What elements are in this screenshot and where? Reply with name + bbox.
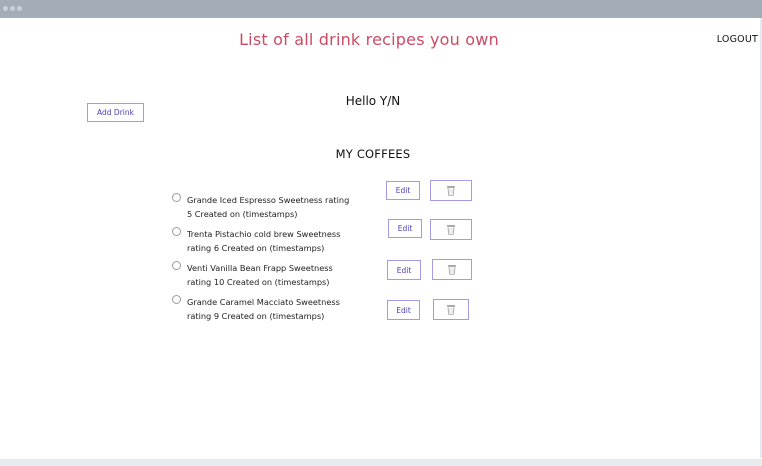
page-title: List of all drink recipes you own	[239, 30, 499, 49]
delete-button[interactable]	[430, 219, 472, 240]
coffee-description: Grande Caramel Macciato Sweetness rating…	[187, 295, 375, 323]
coffee-line-2: 5 Created on (timestamps)	[187, 209, 298, 219]
minimize-window-dot[interactable]	[10, 6, 15, 11]
delete-button[interactable]	[432, 259, 472, 280]
coffee-line-2: rating 10 Created on (timestamps)	[187, 277, 330, 287]
coffee-line-1: Trenta Pistachio cold brew Sweetness	[187, 229, 341, 239]
greeting: Hello Y/N	[345, 94, 401, 108]
coffee-select-radio[interactable]	[172, 261, 181, 270]
trash-icon	[447, 186, 455, 196]
bottom-bar	[0, 459, 762, 466]
coffee-line-2: rating 9 Created on (timestamps)	[187, 311, 325, 321]
trash-icon	[448, 265, 456, 275]
page-content	[0, 18, 762, 458]
coffee-line-1: Grande Iced Espresso Sweetness rating	[187, 195, 350, 205]
coffee-select-radio[interactable]	[172, 227, 181, 236]
coffee-description: Venti Vanilla Bean Frapp Sweetness ratin…	[187, 261, 375, 289]
delete-button[interactable]	[430, 180, 472, 201]
coffee-line-1: Venti Vanilla Bean Frapp Sweetness	[187, 263, 333, 273]
coffee-line-2: rating 6 Created on (timestamps)	[187, 243, 325, 253]
coffee-select-radio[interactable]	[172, 193, 181, 202]
maximize-window-dot[interactable]	[17, 6, 22, 11]
delete-button[interactable]	[433, 299, 469, 320]
close-window-dot[interactable]	[3, 6, 8, 11]
window-controls	[3, 6, 22, 11]
coffee-select-radio[interactable]	[172, 295, 181, 304]
coffee-line-1: Grande Caramel Macciato Sweetness	[187, 297, 340, 307]
edit-button[interactable]: Edit	[388, 219, 422, 238]
window-titlebar	[0, 0, 762, 18]
edit-button[interactable]: Edit	[387, 300, 420, 320]
section-title: MY COFFEES	[335, 147, 411, 161]
logout-link[interactable]: LOGOUT	[717, 34, 758, 45]
trash-icon	[447, 305, 455, 315]
coffee-description: Grande Iced Espresso Sweetness rating 5 …	[187, 193, 375, 221]
trash-icon	[447, 225, 455, 235]
add-drink-button[interactable]: Add Drink	[87, 103, 144, 122]
edit-button[interactable]: Edit	[387, 260, 421, 280]
edit-button[interactable]: Edit	[386, 181, 420, 200]
coffee-description: Trenta Pistachio cold brew Sweetness rat…	[187, 227, 375, 255]
